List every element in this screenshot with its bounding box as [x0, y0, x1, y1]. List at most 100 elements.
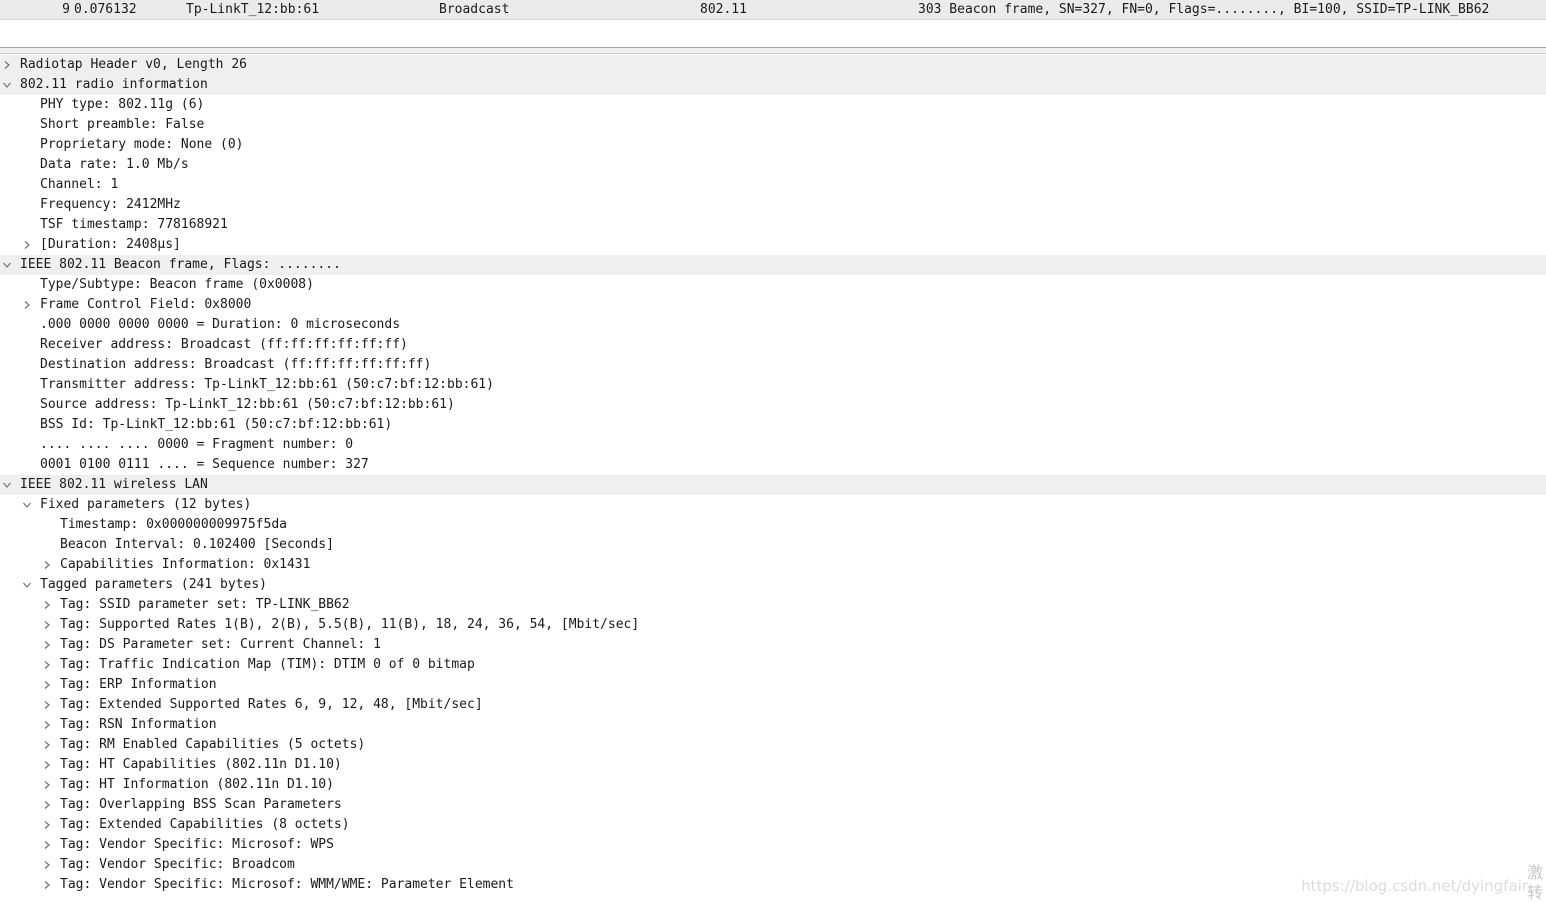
tree-row[interactable]: Receiver address: Broadcast (ff:ff:ff:ff… [0, 335, 1546, 355]
chevron-right-icon[interactable] [43, 841, 51, 849]
chevron-down-icon[interactable] [23, 501, 31, 509]
tree-row-label: IEEE 802.11 wireless LAN [20, 477, 208, 492]
tree-row-label: Type/Subtype: Beacon frame (0x0008) [40, 277, 314, 292]
pane-splitter[interactable] [0, 47, 1546, 54]
tree-row-label: Frequency: 2412MHz [40, 197, 181, 212]
tree-row-label: Tag: Vendor Specific: Microsof: WMM/WME:… [60, 877, 514, 892]
tree-row[interactable]: Tag: Traffic Indication Map (TIM): DTIM … [0, 655, 1546, 675]
tree-row[interactable]: Type/Subtype: Beacon frame (0x0008) [0, 275, 1546, 295]
tree-row[interactable]: TSF timestamp: 778168921 [0, 215, 1546, 235]
tree-row[interactable]: Tag: Supported Rates 1(B), 2(B), 5.5(B),… [0, 615, 1546, 635]
tree-row[interactable]: Tag: HT Information (802.11n D1.10) [0, 775, 1546, 795]
chevron-right-icon[interactable] [43, 641, 51, 649]
tree-row[interactable]: Channel: 1 [0, 175, 1546, 195]
tree-row-label: Fixed parameters (12 bytes) [40, 497, 252, 512]
tree-row[interactable]: Tag: ERP Information [0, 675, 1546, 695]
tree-row[interactable]: PHY type: 802.11g (6) [0, 95, 1546, 115]
chevron-right-icon[interactable] [3, 61, 11, 69]
tree-row[interactable]: BSS Id: Tp-LinkT_12:bb:61 (50:c7:bf:12:b… [0, 415, 1546, 435]
tree-row-label: Tag: Overlapping BSS Scan Parameters [60, 797, 342, 812]
tree-row-label: TSF timestamp: 778168921 [40, 217, 228, 232]
tree-row[interactable]: [Duration: 2408µs] [0, 235, 1546, 255]
tree-row-label: Tag: RSN Information [60, 717, 217, 732]
tree-row[interactable]: Tag: Vendor Specific: Microsof: WPS [0, 835, 1546, 855]
packet-number: 9 [62, 2, 70, 17]
tree-row[interactable]: Beacon Interval: 0.102400 [Seconds] [0, 535, 1546, 555]
chevron-right-icon[interactable] [43, 801, 51, 809]
tree-row-label: Tag: RM Enabled Capabilities (5 octets) [60, 737, 366, 752]
chevron-down-icon[interactable] [23, 581, 31, 589]
packet-destination: Broadcast [439, 2, 510, 17]
tree-row-label: Receiver address: Broadcast (ff:ff:ff:ff… [40, 337, 408, 352]
tree-row[interactable]: Proprietary mode: None (0) [0, 135, 1546, 155]
chevron-down-icon[interactable] [3, 261, 11, 269]
chevron-down-icon[interactable] [3, 81, 11, 89]
tree-row[interactable]: Tag: Overlapping BSS Scan Parameters [0, 795, 1546, 815]
watermark-text: https://blog.csdn.net/dyingfair [1301, 877, 1528, 895]
tree-row[interactable]: Short preamble: False [0, 115, 1546, 135]
chevron-right-icon[interactable] [43, 681, 51, 689]
chevron-right-icon[interactable] [43, 781, 51, 789]
tree-row-label: BSS Id: Tp-LinkT_12:bb:61 (50:c7:bf:12:b… [40, 417, 393, 432]
packet-details-tree[interactable]: Radiotap Header v0, Length 26 802.11 radi… [0, 55, 1546, 903]
tree-row-label: IEEE 802.11 Beacon frame, Flags: .......… [20, 257, 341, 272]
tree-row[interactable]: .... .... .... 0000 = Fragment number: 0 [0, 435, 1546, 455]
tree-row[interactable]: Tag: RSN Information [0, 715, 1546, 735]
packet-info: 303 Beacon frame, SN=327, FN=0, Flags=..… [918, 2, 1490, 17]
chevron-right-icon[interactable] [43, 661, 51, 669]
chevron-right-icon[interactable] [43, 561, 51, 569]
tree-row[interactable]: Tag: Extended Supported Rates 6, 9, 12, … [0, 695, 1546, 715]
chevron-right-icon[interactable] [43, 821, 51, 829]
watermark-badge: 激转 [1526, 863, 1543, 902]
tree-row-label: Tag: HT Information (802.11n D1.10) [60, 777, 334, 792]
tree-row[interactable]: Tag: Vendor Specific: Broadcom [0, 855, 1546, 875]
tree-row[interactable]: Frequency: 2412MHz [0, 195, 1546, 215]
chevron-down-icon[interactable] [3, 481, 11, 489]
tree-row[interactable]: Destination address: Broadcast (ff:ff:ff… [0, 355, 1546, 375]
tree-row-label: 0001 0100 0111 .... = Sequence number: 3… [40, 457, 369, 472]
tree-row[interactable]: Fixed parameters (12 bytes) [0, 495, 1546, 515]
tree-row-label: .... .... .... 0000 = Fragment number: 0 [40, 437, 354, 452]
tree-row-label: Short preamble: False [40, 117, 205, 132]
tree-row[interactable]: Tagged parameters (241 bytes) [0, 575, 1546, 595]
tree-row-label: Transmitter address: Tp-LinkT_12:bb:61 (… [40, 377, 494, 392]
tree-section-row[interactable]: Radiotap Header v0, Length 26 [0, 55, 1546, 75]
tree-row[interactable]: Tag: DS Parameter set: Current Channel: … [0, 635, 1546, 655]
chevron-right-icon[interactable] [43, 721, 51, 729]
tree-row[interactable]: Data rate: 1.0 Mb/s [0, 155, 1546, 175]
tree-row-label: Source address: Tp-LinkT_12:bb:61 (50:c7… [40, 397, 455, 412]
tree-row[interactable]: Tag: Extended Capabilities (8 octets) [0, 815, 1546, 835]
packet-row-selected[interactable]: 9 0.076132 Tp-LinkT_12:bb:61 Broadcast 8… [0, 0, 1546, 20]
tree-row[interactable]: Frame Control Field: 0x8000 [0, 295, 1546, 315]
tree-section-row[interactable]: IEEE 802.11 Beacon frame, Flags: .......… [0, 255, 1546, 275]
tree-row-label: Radiotap Header v0, Length 26 [20, 57, 247, 72]
chevron-right-icon[interactable] [43, 621, 51, 629]
tree-row[interactable]: Source address: Tp-LinkT_12:bb:61 (50:c7… [0, 395, 1546, 415]
chevron-right-icon[interactable] [43, 881, 51, 889]
tree-row[interactable]: Timestamp: 0x000000009975f5da [0, 515, 1546, 535]
chevron-right-icon[interactable] [23, 241, 31, 249]
chevron-right-icon[interactable] [43, 861, 51, 869]
tree-row[interactable]: Transmitter address: Tp-LinkT_12:bb:61 (… [0, 375, 1546, 395]
chevron-right-icon[interactable] [43, 701, 51, 709]
tree-row[interactable]: Tag: HT Capabilities (802.11n D1.10) [0, 755, 1546, 775]
tree-row[interactable]: Capabilities Information: 0x1431 [0, 555, 1546, 575]
tree-row-label: Beacon Interval: 0.102400 [Seconds] [60, 537, 334, 552]
tree-row-label: Tag: Traffic Indication Map (TIM): DTIM … [60, 657, 475, 672]
tree-row[interactable]: Tag: RM Enabled Capabilities (5 octets) [0, 735, 1546, 755]
tree-section-row[interactable]: 802.11 radio information [0, 75, 1546, 95]
chevron-right-icon[interactable] [43, 741, 51, 749]
chevron-right-icon[interactable] [43, 601, 51, 609]
tree-row-label: Frame Control Field: 0x8000 [40, 297, 252, 312]
packet-list[interactable]: 9 0.076132 Tp-LinkT_12:bb:61 Broadcast 8… [0, 0, 1546, 47]
tree-row[interactable]: .000 0000 0000 0000 = Duration: 0 micros… [0, 315, 1546, 335]
tree-row[interactable]: 0001 0100 0111 .... = Sequence number: 3… [0, 455, 1546, 475]
chevron-right-icon[interactable] [43, 761, 51, 769]
tree-row-label: .000 0000 0000 0000 = Duration: 0 micros… [40, 317, 401, 332]
chevron-right-icon[interactable] [23, 301, 31, 309]
tree-section-row[interactable]: IEEE 802.11 wireless LAN [0, 475, 1546, 495]
tree-row-label: PHY type: 802.11g (6) [40, 97, 205, 112]
tree-row-label: Channel: 1 [40, 177, 119, 192]
tree-row[interactable]: Tag: SSID parameter set: TP-LINK_BB62 [0, 595, 1546, 615]
tree-row-label: Tag: ERP Information [60, 677, 217, 692]
